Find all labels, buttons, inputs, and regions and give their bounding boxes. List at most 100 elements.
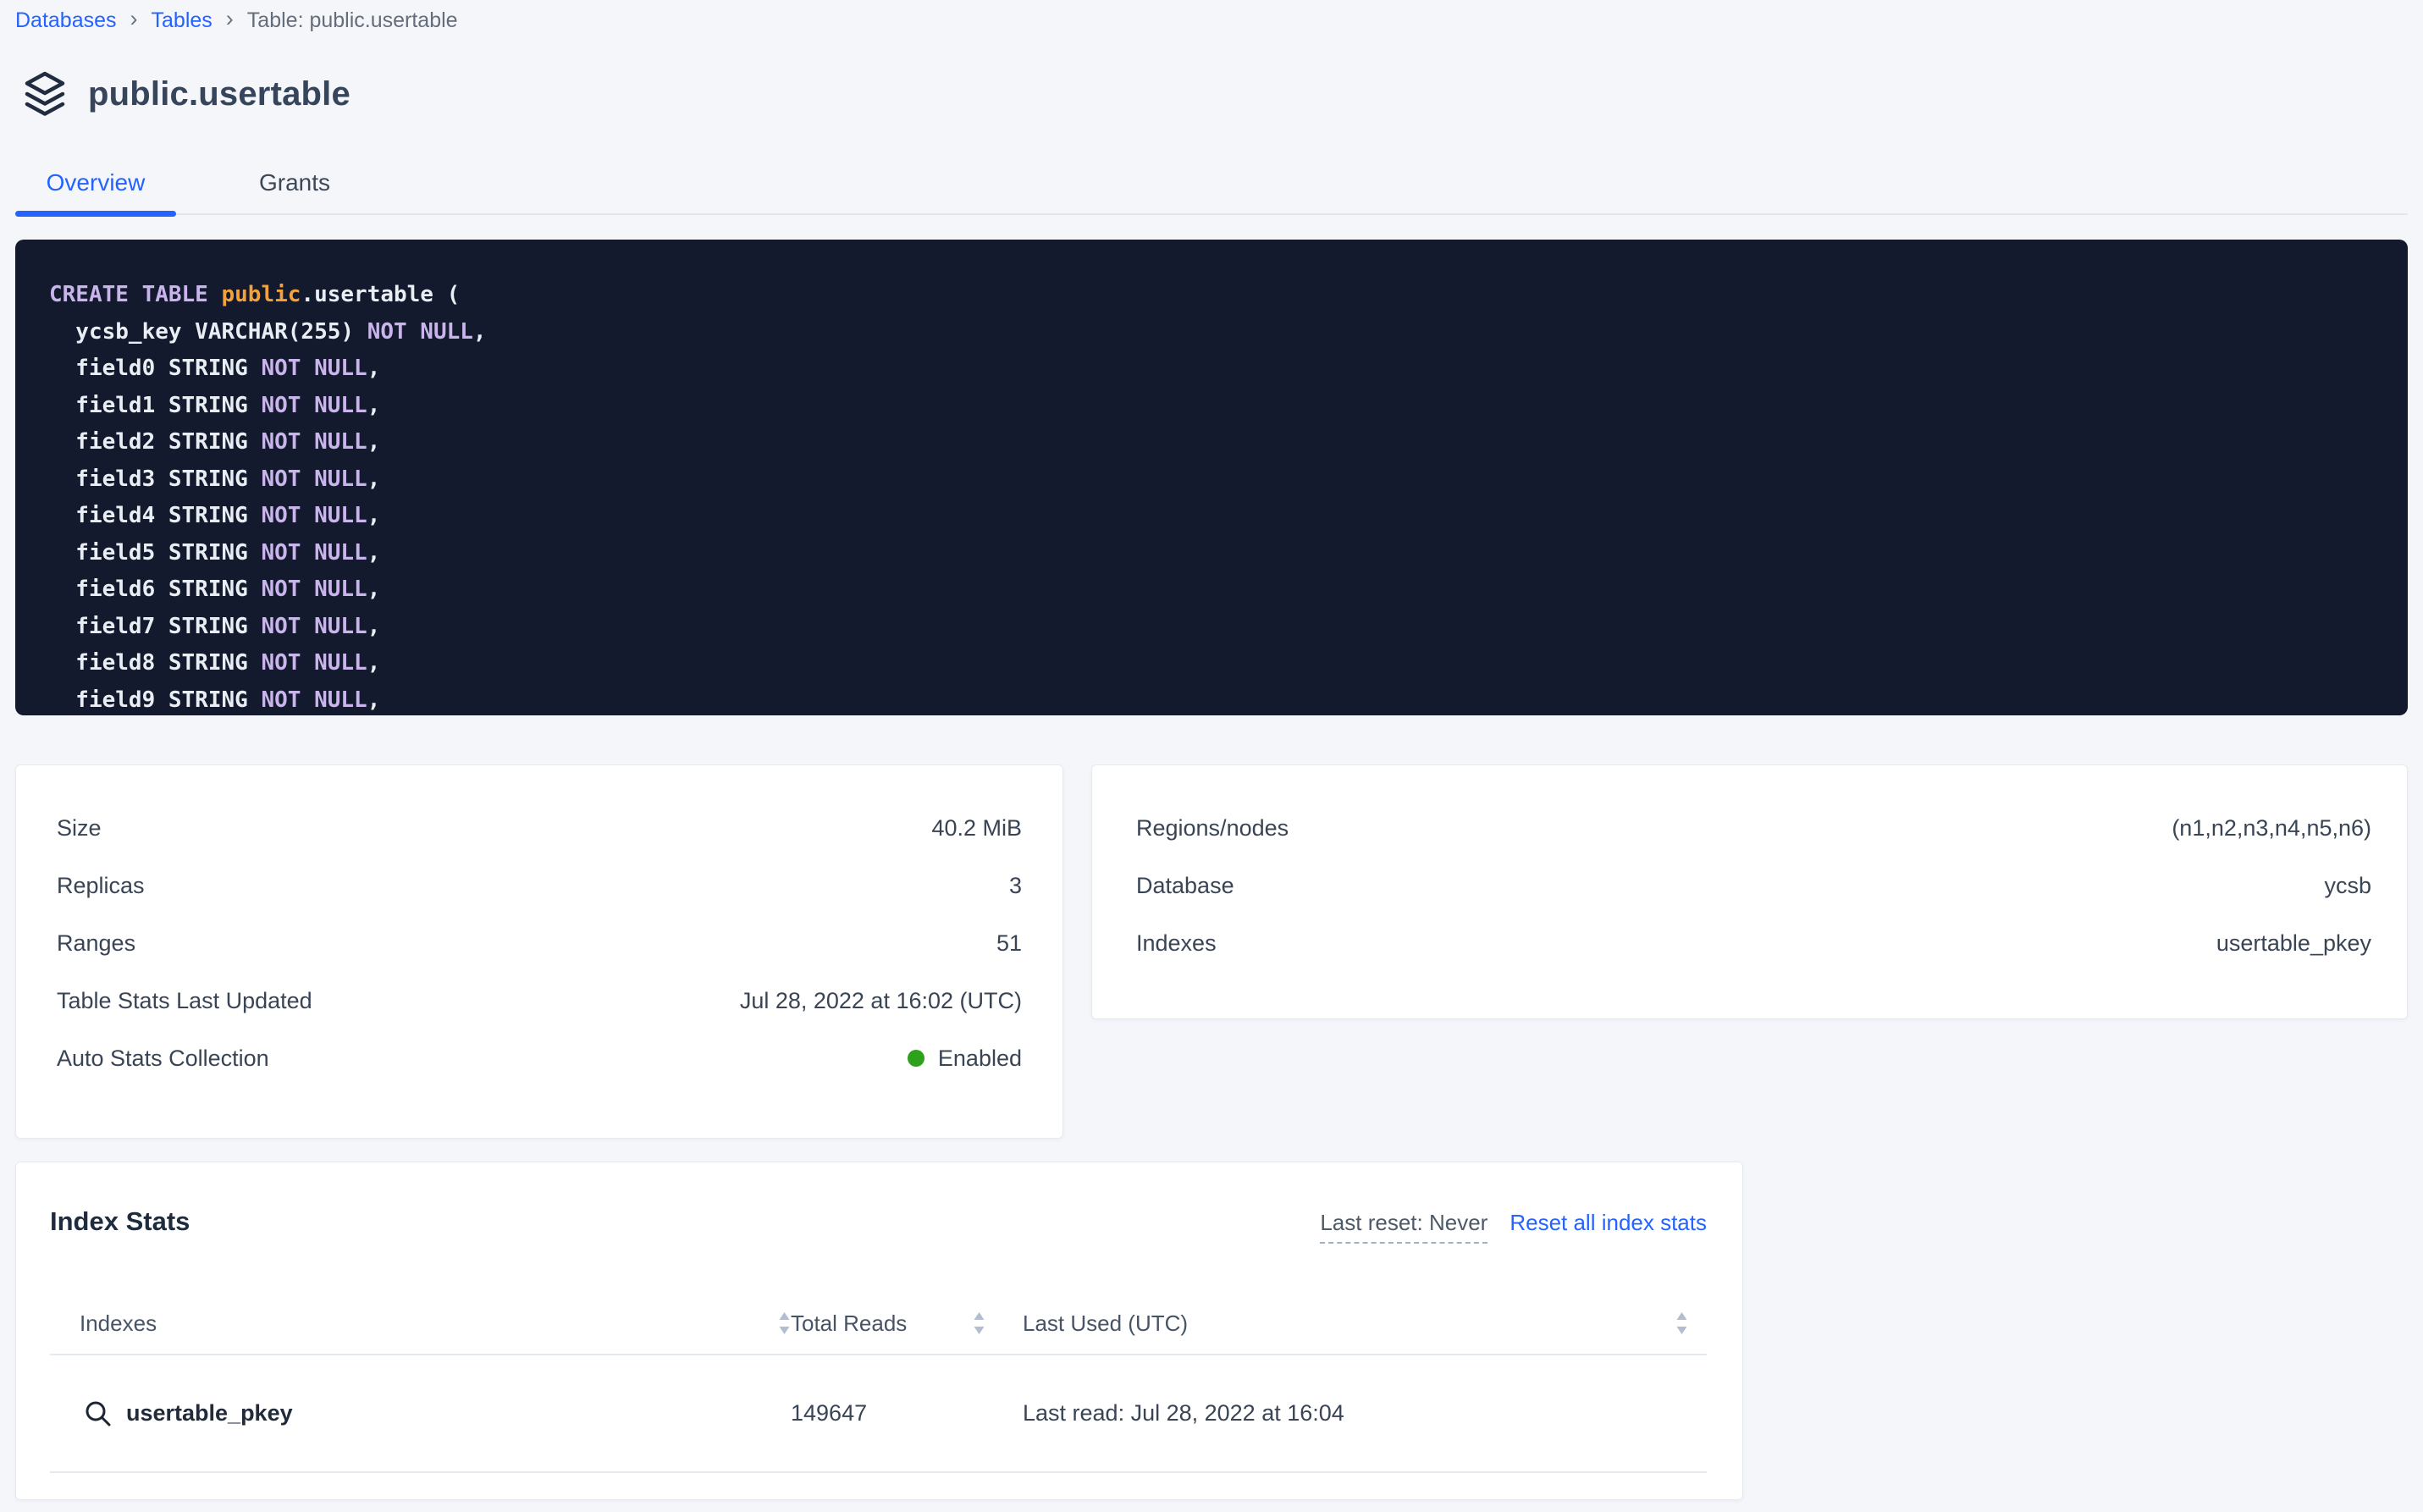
stat-value-text: 40.2 MiB [931, 815, 1022, 842]
stat-label: Regions/nodes [1136, 815, 1289, 842]
stat-label: Database [1136, 873, 1234, 899]
sql-token: field9 STRING [49, 687, 261, 713]
tab-bar: Overview Grants [15, 169, 2408, 215]
stat-row: Database ycsb [1136, 857, 2371, 914]
sql-token: NOT NULL [261, 687, 367, 713]
tab-overview[interactable]: Overview [15, 169, 176, 213]
sql-token: .usertable ( [301, 282, 460, 307]
index-table-body: usertable_pkey 149647Last read: Jul 28, 2… [50, 1355, 1707, 1473]
sort-icon[interactable] [973, 1311, 985, 1335]
breadcrumb: Databases › Tables › Table: public.usert… [15, 0, 2408, 34]
sql-token: NOT NULL [367, 319, 473, 345]
index-table-row: usertable_pkey 149647Last read: Jul 28, 2… [50, 1355, 1707, 1473]
stat-value: Jul 28, 2022 at 16:02 (UTC) [740, 988, 1022, 1014]
last-reset-label: Last reset: Never [1320, 1210, 1487, 1244]
sql-line: field3 STRING NOT NULL, [49, 461, 2374, 499]
breadcrumb-current: Table: public.usertable [247, 8, 458, 33]
sql-token: , [367, 466, 381, 492]
sql-token: , [367, 540, 381, 566]
index-table-header: Indexes Total Reads Last Used (UTC) [50, 1293, 1707, 1355]
sort-icon[interactable] [1675, 1311, 1688, 1335]
stat-label: Indexes [1136, 930, 1217, 957]
stat-row: Table Stats Last Updated Jul 28, 2022 at … [57, 972, 1022, 1029]
sql-token: NOT NULL [261, 466, 367, 492]
sql-token: , [367, 687, 381, 713]
index-name-cell[interactable]: usertable_pkey [50, 1399, 791, 1428]
sql-token: field4 STRING [49, 503, 261, 528]
sql-token: , [367, 577, 381, 602]
sql-token: field5 STRING [49, 540, 261, 566]
sql-line: field9 STRING NOT NULL, [49, 682, 2374, 716]
sql-token: field8 STRING [49, 650, 261, 676]
reset-index-stats-link[interactable]: Reset all index stats [1510, 1210, 1707, 1236]
stat-value-text: 51 [996, 930, 1022, 957]
stat-value-text: ycsb [2324, 873, 2371, 899]
sql-token: , [367, 429, 381, 455]
index-stats-title: Index Stats [50, 1206, 190, 1237]
sql-token: ycsb_key VARCHAR(255) [49, 319, 367, 345]
sql-token: , [473, 319, 487, 345]
sql-token: CREATE TABLE [49, 282, 222, 307]
column-header-label: Indexes [80, 1311, 157, 1337]
sql-token: NOT NULL [261, 429, 367, 455]
tab-grants[interactable]: Grants [227, 169, 362, 213]
search-icon [84, 1399, 113, 1428]
column-header-label: Last Used (UTC) [1023, 1311, 1188, 1337]
stat-row: Size 40.2 MiB [57, 799, 1022, 857]
page-title: public.usertable [88, 75, 350, 113]
sql-token: NOT NULL [261, 650, 367, 676]
index-stats-card: Index Stats Last reset: Never Reset all … [15, 1162, 1743, 1500]
stat-value: usertable_pkey [2216, 930, 2371, 957]
table-stack-icon [24, 71, 66, 117]
summary-cards: Size40.2 MiBReplicas3Ranges51Table Stats… [15, 764, 2408, 1139]
stat-value: 40.2 MiB [931, 815, 1022, 842]
sql-token: NOT NULL [261, 577, 367, 602]
sql-line: field7 STRING NOT NULL, [49, 609, 2374, 646]
stat-label: Auto Stats Collection [57, 1046, 269, 1072]
sql-token: NOT NULL [261, 503, 367, 528]
sql-line: CREATE TABLE public.usertable ( [49, 277, 2374, 314]
sql-token: , [367, 356, 381, 381]
breadcrumb-separator-icon: › [226, 8, 234, 34]
sql-token: field3 STRING [49, 466, 261, 492]
total-reads-value: 149647 [791, 1400, 1023, 1426]
breadcrumb-link-databases[interactable]: Databases [15, 8, 117, 33]
stat-value: ycsb [2324, 873, 2371, 899]
sql-token: NOT NULL [261, 393, 367, 418]
stat-label: Size [57, 815, 102, 842]
sql-token: field0 STRING [49, 356, 261, 381]
sql-token: , [367, 650, 381, 676]
sql-token: field1 STRING [49, 393, 261, 418]
stat-row: Ranges51 [57, 914, 1022, 972]
stat-row: Regions/nodes (n1,n2,n3,n4,n5,n6) [1136, 799, 2371, 857]
column-header-last-used[interactable]: Last Used (UTC) [1023, 1311, 1707, 1337]
breadcrumb-link-tables[interactable]: Tables [152, 8, 212, 33]
sql-line: ycsb_key VARCHAR(255) NOT NULL, [49, 314, 2374, 351]
sql-line: field0 STRING NOT NULL, [49, 350, 2374, 388]
sql-token: NOT NULL [261, 614, 367, 639]
stat-value-text: Enabled [938, 1046, 1022, 1072]
sql-line: field1 STRING NOT NULL, [49, 388, 2374, 425]
stat-value: Enabled [908, 1046, 1022, 1072]
sql-line: field4 STRING NOT NULL, [49, 498, 2374, 535]
stat-value-text: (n1,n2,n3,n4,n5,n6) [2172, 815, 2371, 842]
table-details-card: Regions/nodes (n1,n2,n3,n4,n5,n6) Database… [1091, 764, 2408, 1019]
last-used-value: Last read: Jul 28, 2022 at 16:04 [1023, 1400, 1707, 1426]
stat-value: 51 [996, 930, 1022, 957]
page-header: public.usertable [15, 71, 2408, 117]
stat-row: Indexes usertable_pkey [1136, 914, 2371, 972]
sort-icon[interactable] [778, 1311, 791, 1335]
column-header-indexes[interactable]: Indexes [50, 1311, 791, 1337]
column-header-label: Total Reads [791, 1311, 907, 1337]
sql-token: NOT NULL [261, 356, 367, 381]
create-table-sql-block: CREATE TABLE public.usertable ( ycsb_key… [15, 240, 2408, 715]
stat-label: Replicas [57, 873, 145, 899]
index-name[interactable]: usertable_pkey [126, 1400, 293, 1426]
stat-value-text: 3 [1009, 873, 1022, 899]
sql-token: field6 STRING [49, 577, 261, 602]
column-header-total-reads[interactable]: Total Reads [791, 1311, 1023, 1337]
stat-label: Table Stats Last Updated [57, 988, 312, 1014]
sql-token: , [367, 614, 381, 639]
status-enabled-dot-icon [908, 1050, 924, 1067]
index-stats-header: Index Stats Last reset: Never Reset all … [50, 1206, 1707, 1244]
